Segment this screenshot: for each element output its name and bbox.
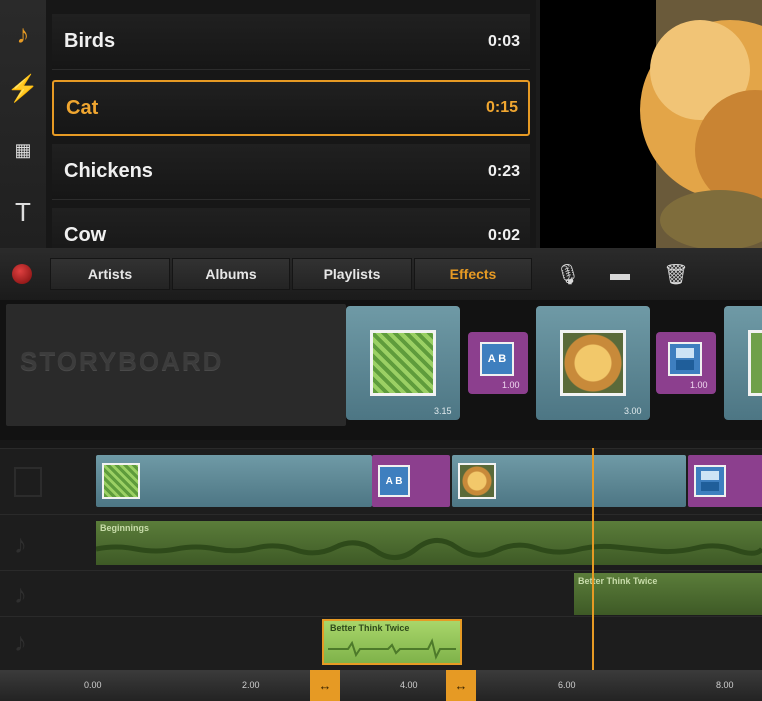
microphone-icon[interactable]: 🎙 bbox=[552, 258, 584, 290]
sound-duration: 0:03 bbox=[487, 32, 520, 50]
transition-duration: 1.00 bbox=[502, 380, 520, 390]
sound-name: Birds bbox=[64, 30, 116, 52]
audio-clip-label: Better Think Twice bbox=[330, 623, 410, 633]
audio-clip[interactable]: Beginnings bbox=[96, 521, 762, 565]
audio-track: ♪ Better Think Twice bbox=[0, 616, 762, 671]
transition-icon: A B bbox=[480, 342, 514, 376]
playhead[interactable] bbox=[592, 448, 594, 670]
clip-duration: 3.00 bbox=[624, 406, 642, 416]
clip-thumbnail bbox=[748, 330, 762, 396]
trash-icon[interactable]: 🗑 bbox=[660, 258, 692, 290]
sound-name: Cat bbox=[66, 96, 99, 119]
waveform bbox=[96, 538, 762, 560]
ruler-tick-label: 0.00 bbox=[84, 680, 102, 690]
ruler-tick-label: 8.00 bbox=[716, 680, 734, 690]
library-tab-bar: Artists Albums Playlists Effects 🎙 ▬ 🗑 bbox=[0, 248, 762, 300]
tab-artists[interactable]: Artists bbox=[50, 258, 170, 290]
video-preview[interactable] bbox=[540, 0, 762, 248]
transition-icon bbox=[668, 342, 702, 376]
clip-duration: 3.15 bbox=[434, 406, 452, 416]
audio-clip[interactable]: Better Think Twice bbox=[574, 573, 762, 615]
filmstrip-icon[interactable]: ▬ bbox=[604, 258, 636, 290]
film-icon bbox=[14, 467, 42, 497]
text-icon[interactable]: T bbox=[6, 192, 40, 232]
video-track: A B bbox=[0, 448, 762, 515]
list-item-selected[interactable]: Cat 0:15 bbox=[52, 80, 530, 136]
transition-icon: A B bbox=[378, 465, 410, 497]
music-note-icon: ♪ bbox=[14, 627, 27, 657]
clip-thumbnail bbox=[560, 330, 626, 396]
list-item[interactable]: Birds 0:03 bbox=[52, 14, 530, 70]
storyboard-transition[interactable]: A B 1.00 bbox=[468, 332, 528, 394]
push-transition-icon bbox=[701, 471, 719, 491]
sound-name: Cow bbox=[64, 224, 107, 246]
push-transition-icon bbox=[676, 348, 694, 370]
ruler-tick-label: 2.00 bbox=[242, 680, 260, 690]
trim-handle-left[interactable]: ↔ bbox=[310, 670, 340, 701]
music-note-icon: ♪ bbox=[14, 529, 27, 559]
overlay-icon[interactable]: ▦ bbox=[6, 130, 40, 170]
timeline-clip[interactable] bbox=[452, 455, 686, 507]
music-note-icon[interactable]: ♪ bbox=[6, 14, 40, 54]
ruler-tick-label: 6.00 bbox=[558, 680, 576, 690]
ruler-tick-label: 4.00 bbox=[400, 680, 418, 690]
selected-audio-clip[interactable]: Better Think Twice bbox=[322, 619, 462, 665]
waveform bbox=[328, 638, 456, 660]
storyboard-label: STORYBOARD bbox=[20, 346, 224, 376]
timeline-clip[interactable] bbox=[96, 455, 372, 507]
storyboard-clip-partial[interactable] bbox=[724, 306, 762, 420]
audio-track: ♪ Beginnings bbox=[0, 514, 762, 571]
timeline-transition[interactable] bbox=[688, 455, 762, 507]
audio-track: ♪ Better Think Twice bbox=[0, 570, 762, 617]
record-icon[interactable] bbox=[12, 264, 32, 284]
storyboard-clip[interactable]: 3.00 bbox=[536, 306, 650, 420]
timeline-transition[interactable]: A B bbox=[372, 455, 450, 507]
storyboard-clip[interactable]: 3.15 bbox=[346, 306, 460, 420]
preview-image bbox=[540, 0, 762, 248]
storyboard-transition[interactable]: 1.00 bbox=[656, 332, 716, 394]
sound-duration: 0:02 bbox=[487, 226, 520, 244]
tab-albums[interactable]: Albums bbox=[172, 258, 290, 290]
clip-thumbnail bbox=[370, 330, 436, 396]
audio-clip-label: Better Think Twice bbox=[578, 576, 658, 586]
sound-name: Chickens bbox=[64, 160, 153, 182]
lightning-icon[interactable]: ⚡ bbox=[6, 68, 40, 108]
sound-duration: 0:23 bbox=[487, 162, 520, 180]
time-ruler[interactable]: 0.00 2.00 4.00 6.00 8.00 bbox=[0, 670, 762, 701]
transition-duration: 1.00 bbox=[690, 380, 708, 390]
clip-thumbnail bbox=[102, 463, 140, 499]
clip-thumbnail bbox=[458, 463, 496, 499]
transition-icon bbox=[694, 465, 726, 497]
tab-effects[interactable]: Effects bbox=[414, 258, 532, 290]
audio-clip-label: Beginnings bbox=[100, 523, 149, 533]
sound-effects-list: Birds 0:03 Cat 0:15 Chickens 0:23 Cow 0:… bbox=[46, 0, 536, 248]
list-item[interactable]: Cow 0:02 bbox=[52, 208, 530, 248]
music-note-icon: ♪ bbox=[14, 579, 27, 609]
sound-duration: 0:15 bbox=[485, 99, 518, 116]
list-item[interactable]: Chickens 0:23 bbox=[52, 144, 530, 200]
trim-handle-right[interactable]: ↔ bbox=[446, 670, 476, 701]
tab-playlists[interactable]: Playlists bbox=[292, 258, 412, 290]
